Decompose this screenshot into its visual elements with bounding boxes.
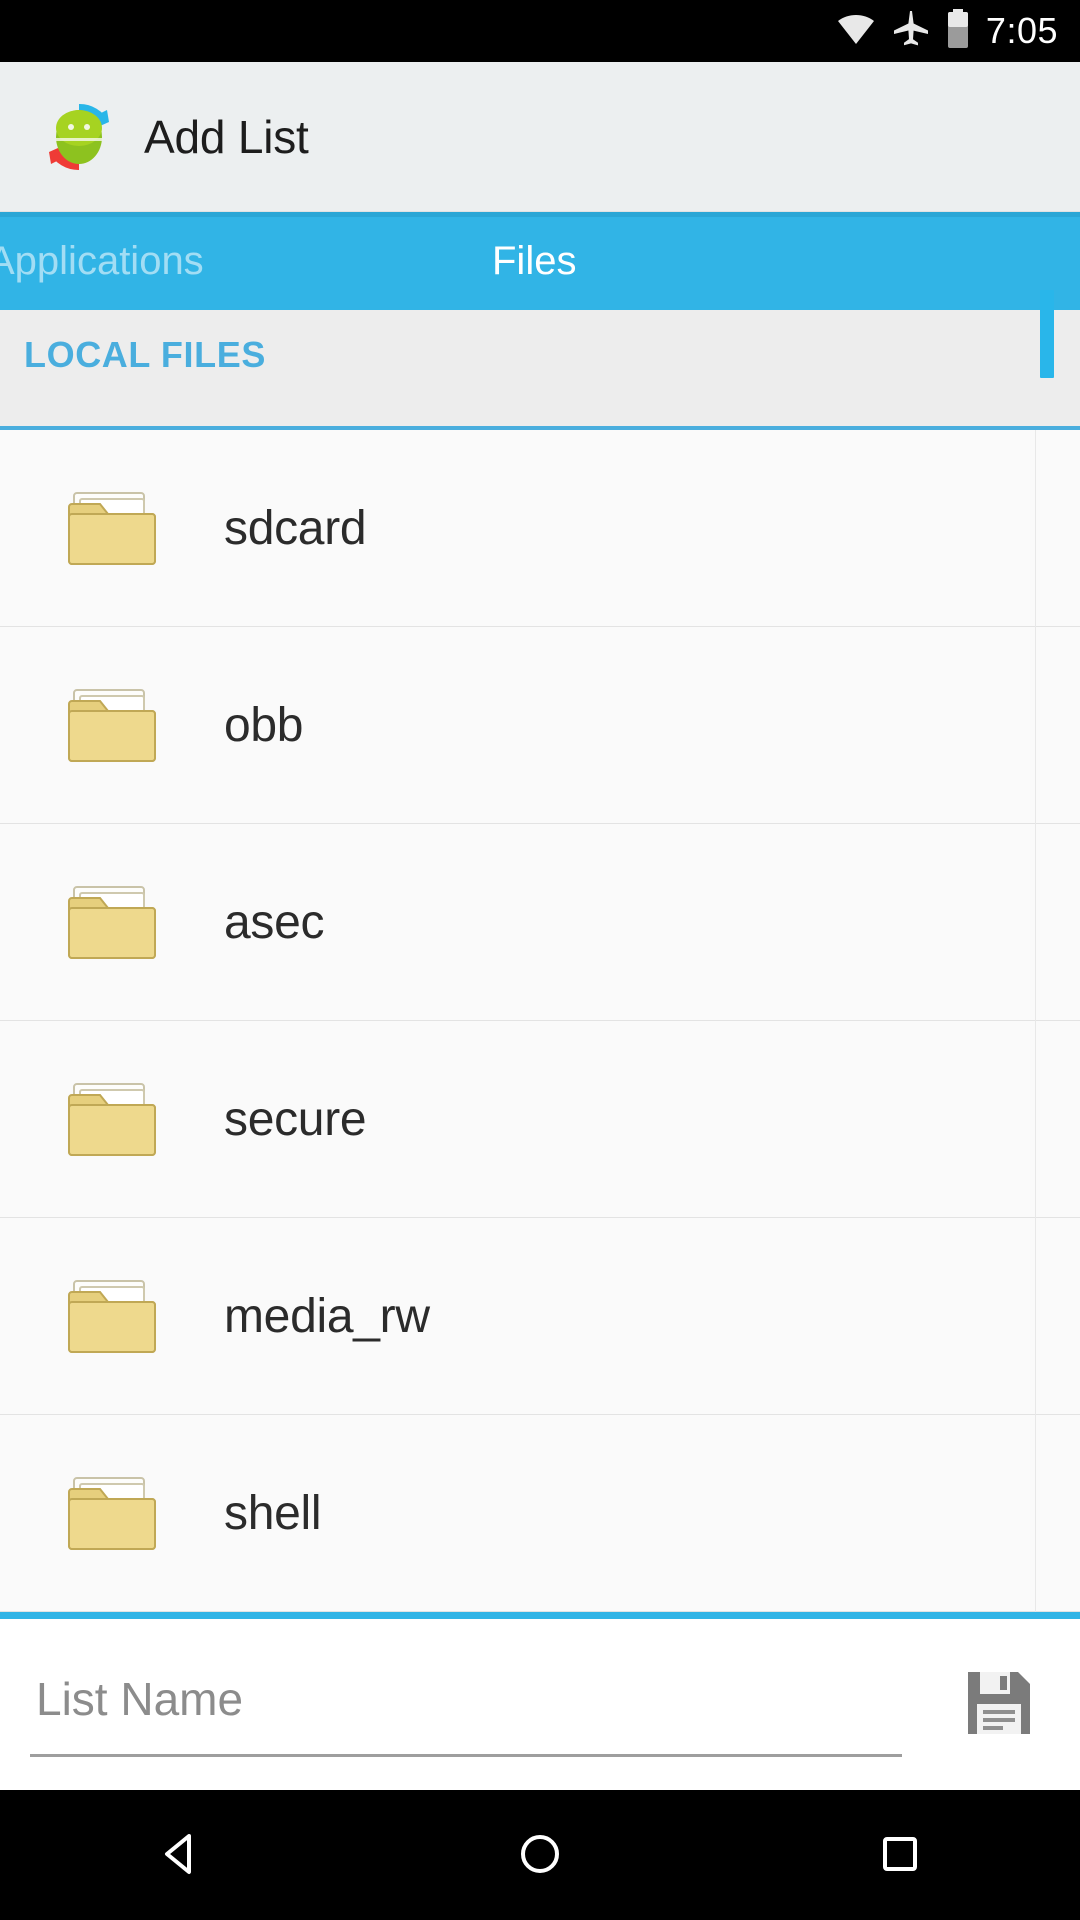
folder-icon [62,681,164,769]
status-bar-icons [836,8,970,54]
wifi-icon [836,12,876,51]
row-divider-rail [1035,430,1036,627]
home-circle-icon [516,1830,564,1881]
save-floppy-disk-icon [964,1668,1034,1741]
list-item-label: shell [224,1486,322,1540]
save-button[interactable] [960,1665,1038,1743]
list-item-label: obb [224,698,304,752]
list-item-label: media_rw [224,1289,430,1343]
android-navigation-bar [0,1790,1080,1920]
scrollbar-thumb[interactable] [1040,290,1054,378]
page-title: Add List [144,110,309,163]
list-name-bar [0,1612,1080,1790]
folder-icon [62,878,164,966]
folder-icon [62,1469,164,1557]
list-item[interactable]: shell [0,1415,1080,1612]
list-item[interactable]: obb [0,627,1080,824]
folder-icon [62,1075,164,1163]
tab-applications[interactable]: Applications [0,212,204,310]
list-item[interactable]: media_rw [0,1218,1080,1415]
folder-icon [62,484,164,572]
section-title: LOCAL FILES [24,334,266,375]
airplane-mode-icon [893,10,929,53]
recents-square-icon [876,1830,924,1881]
list-item-label: asec [224,895,325,949]
list-item-label: sdcard [224,501,367,555]
row-divider-rail [1035,1021,1036,1218]
home-button[interactable] [470,1790,610,1920]
file-list[interactable]: sdcard obb asec secure media_rw shell [0,430,1080,1640]
android-sync-logo-icon [40,98,118,176]
battery-icon [946,8,970,54]
row-divider-rail [1035,824,1036,1021]
list-name-input[interactable] [30,1653,902,1757]
app-bar: Add List [0,62,1080,212]
row-divider-rail [1035,627,1036,824]
status-bar: 7:05 [0,0,1080,62]
list-item[interactable]: sdcard [0,430,1080,627]
row-divider-rail [1035,1415,1036,1612]
android-screen: 7:05 Add List Applications Files LOCAL F… [0,0,1080,1920]
folder-icon [62,1272,164,1360]
tab-bar: Applications Files [0,212,1080,310]
tab-files[interactable]: Files [492,212,576,310]
back-button[interactable] [110,1790,250,1920]
local-files-section-header: LOCAL FILES [0,290,1080,430]
status-bar-clock: 7:05 [985,10,1058,51]
list-item[interactable]: asec [0,824,1080,1021]
recents-button[interactable] [830,1790,970,1920]
list-item-label: secure [224,1092,367,1146]
row-divider-rail [1035,1218,1036,1415]
back-triangle-icon [156,1830,204,1881]
list-item[interactable]: secure [0,1021,1080,1218]
